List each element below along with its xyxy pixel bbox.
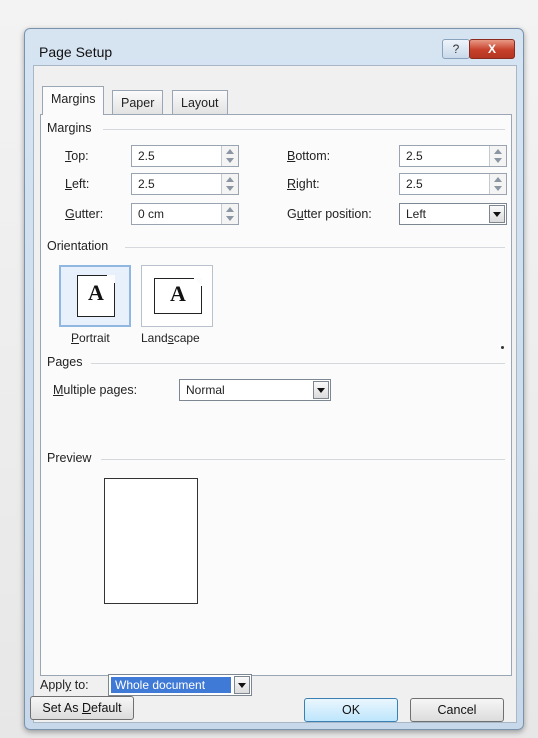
gutter-position-value: Left bbox=[406, 207, 427, 221]
window-title: Page Setup bbox=[39, 44, 113, 60]
dialog-body: Margins Paper Layout Margins Top: 2.5 Bo… bbox=[30, 65, 517, 723]
gutter-position-label: Gutter position: bbox=[287, 207, 372, 221]
gutter-value: 0 cm bbox=[138, 207, 165, 221]
left-margin-spinner[interactable]: 2.5 bbox=[131, 173, 239, 195]
top-label: Top: bbox=[65, 149, 89, 163]
apply-to-value: Whole document bbox=[111, 677, 231, 693]
chevron-down-icon[interactable] bbox=[489, 205, 505, 223]
right-margin-spinner[interactable]: 2.5 bbox=[399, 173, 507, 195]
spin-arrows-icon[interactable] bbox=[221, 204, 238, 224]
spin-arrows-icon[interactable] bbox=[489, 174, 506, 194]
page-setup-dialog: Page Setup ? X Margins Paper Layout Marg… bbox=[24, 28, 524, 730]
set-as-default-button[interactable]: Set As Default bbox=[30, 696, 134, 720]
multiple-pages-label: Multiple pages: bbox=[53, 383, 138, 397]
speck bbox=[501, 346, 504, 349]
divider bbox=[125, 247, 505, 248]
gutter-spinner[interactable]: 0 cm bbox=[131, 203, 239, 225]
portrait-glyph: A bbox=[88, 280, 104, 305]
orientation-group-label: Orientation bbox=[47, 239, 109, 253]
spin-arrows-icon[interactable] bbox=[221, 174, 238, 194]
close-button[interactable]: X bbox=[469, 39, 515, 59]
question-icon: ? bbox=[452, 42, 460, 56]
bottom-label: Bottom: bbox=[287, 149, 331, 163]
landscape-page-icon: A bbox=[154, 278, 202, 314]
chevron-down-icon[interactable] bbox=[234, 676, 250, 694]
divider bbox=[103, 129, 505, 130]
top-margin-value: 2.5 bbox=[138, 149, 155, 163]
cancel-label: Cancel bbox=[437, 703, 477, 717]
pages-group-label: Pages bbox=[47, 355, 83, 369]
preview-group-label: Preview bbox=[47, 451, 92, 465]
tab-paper[interactable]: Paper bbox=[112, 90, 164, 114]
title-bar[interactable]: Page Setup ? X bbox=[25, 29, 523, 65]
bottom-margin-spinner[interactable]: 2.5 bbox=[399, 145, 507, 167]
apply-to-dropdown[interactable]: Whole document bbox=[108, 674, 252, 696]
tab-label: Paper bbox=[121, 96, 155, 110]
ok-label: OK bbox=[341, 703, 361, 717]
portrait-option[interactable]: A bbox=[59, 265, 131, 327]
tab-label: Layout bbox=[181, 96, 219, 110]
portrait-label: Portrait bbox=[71, 331, 110, 345]
tab-label: Margins bbox=[51, 92, 96, 106]
ok-button[interactable]: OK bbox=[304, 698, 398, 722]
multiple-pages-dropdown[interactable]: Normal bbox=[179, 379, 331, 401]
right-margin-value: 2.5 bbox=[406, 177, 423, 191]
help-button[interactable]: ? bbox=[442, 39, 470, 59]
spin-arrows-icon[interactable] bbox=[221, 146, 238, 166]
spin-arrows-icon[interactable] bbox=[489, 146, 506, 166]
set-as-default-label: Set As Default bbox=[42, 701, 122, 715]
bottom-margin-value: 2.5 bbox=[406, 149, 423, 163]
apply-to-label: Apply to: bbox=[40, 678, 89, 692]
cancel-button[interactable]: Cancel bbox=[410, 698, 504, 722]
gutter-position-dropdown[interactable]: Left bbox=[399, 203, 507, 225]
close-icon: X bbox=[487, 42, 496, 56]
divider bbox=[91, 363, 505, 364]
tab-margins[interactable]: Margins bbox=[42, 86, 105, 115]
page-preview bbox=[104, 478, 198, 604]
landscape-label: Landscape bbox=[141, 331, 200, 345]
margins-group-label: Margins bbox=[47, 121, 92, 135]
top-margin-spinner[interactable]: 2.5 bbox=[131, 145, 239, 167]
left-margin-value: 2.5 bbox=[138, 177, 155, 191]
left-label: Left: bbox=[65, 177, 90, 191]
landscape-option[interactable]: A bbox=[141, 265, 213, 327]
divider bbox=[101, 459, 505, 460]
multiple-pages-value: Normal bbox=[186, 383, 225, 397]
portrait-page-icon: A bbox=[77, 275, 115, 317]
chevron-down-icon[interactable] bbox=[313, 381, 329, 399]
tab-layout[interactable]: Layout bbox=[172, 90, 228, 114]
right-label: Right: bbox=[287, 177, 320, 191]
gutter-label: Gutter: bbox=[65, 207, 104, 221]
